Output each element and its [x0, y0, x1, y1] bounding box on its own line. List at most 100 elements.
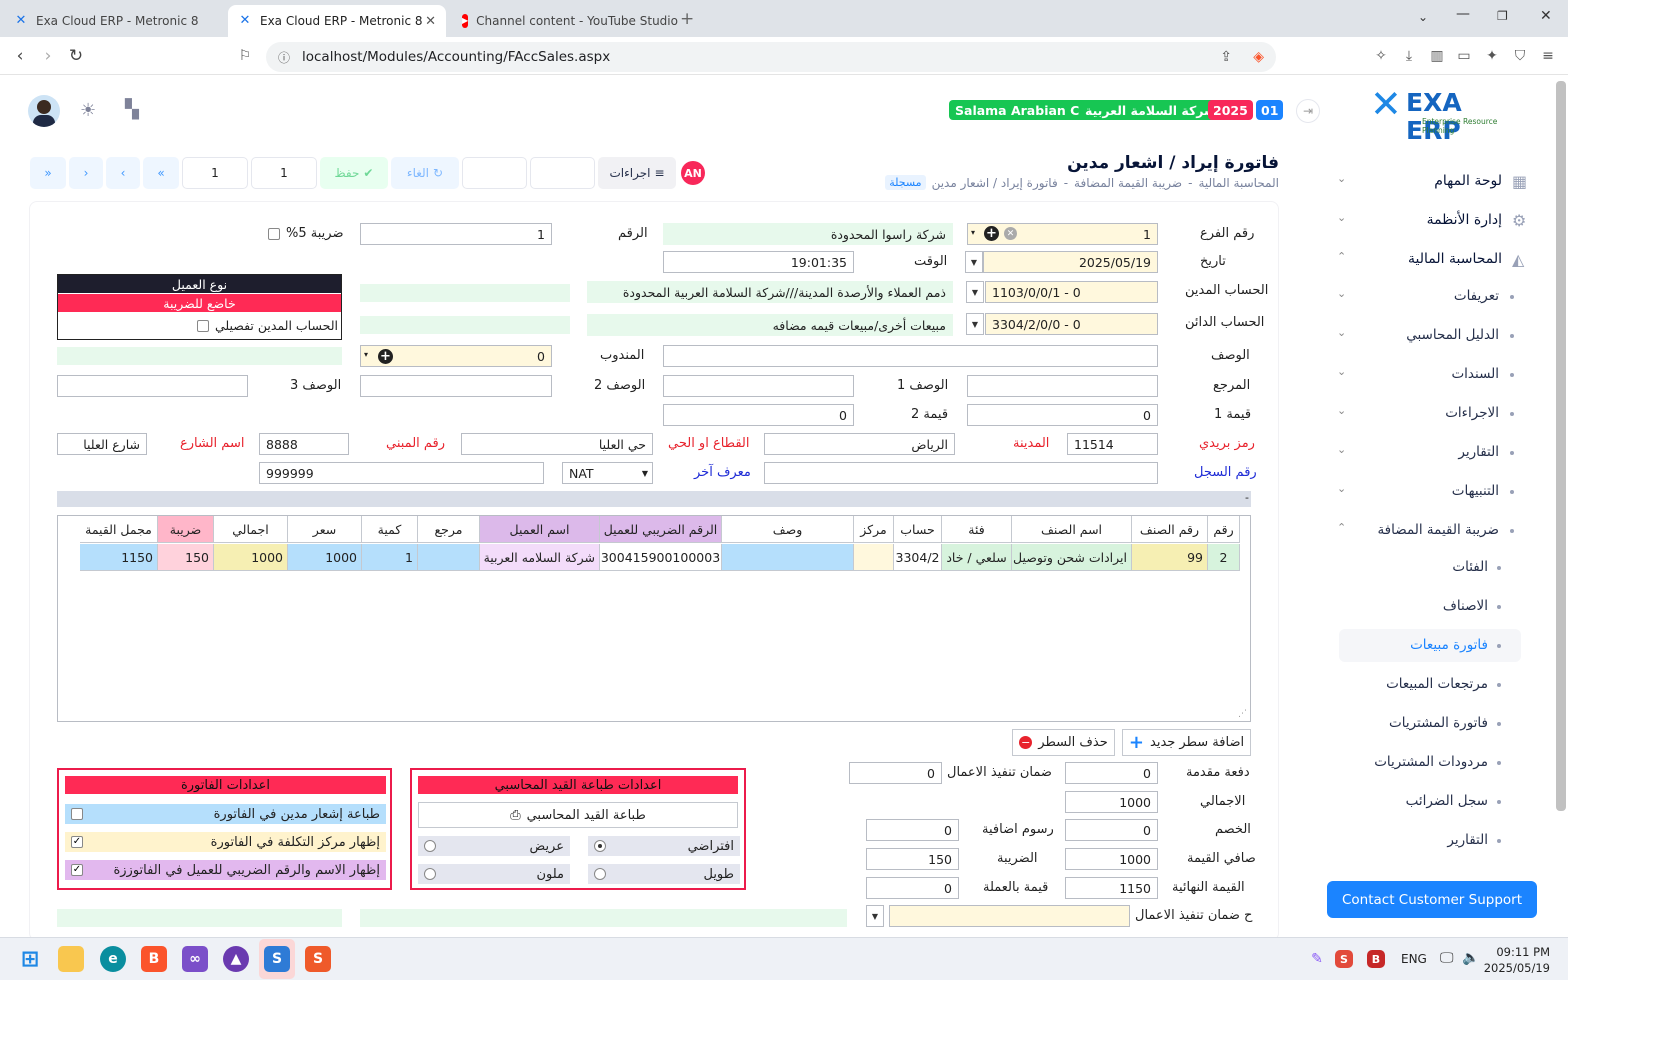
- sidebar-item-dashboard[interactable]: لوحة المهام: [1434, 166, 1502, 196]
- desc3-input[interactable]: [57, 375, 248, 397]
- share-icon[interactable]: ⇪: [1220, 49, 1232, 65]
- chevron-down-icon[interactable]: ⌄: [1337, 404, 1346, 417]
- radio-color[interactable]: ملون: [418, 864, 570, 884]
- empty-button[interactable]: [530, 157, 595, 189]
- grid-cell-col-description[interactable]: [722, 544, 854, 571]
- breadcrumb-item[interactable]: فاتورة إيراد / اشعار مدين: [932, 176, 1058, 190]
- radio-long-dot[interactable]: [594, 868, 606, 880]
- close-tab-icon[interactable]: ✕: [425, 14, 436, 29]
- grid-cell-col-item-name[interactable]: ايرادات شحن وتوصيل: [1012, 544, 1132, 571]
- sidebar-item-financial-accounting[interactable]: المحاسبة المالية: [1408, 244, 1502, 274]
- add-row-button[interactable]: اضافة سطر جديد +: [1122, 729, 1251, 756]
- chevron-up-icon[interactable]: ⌃: [1337, 521, 1346, 534]
- guarantee-input[interactable]: 0: [849, 762, 942, 784]
- date-input[interactable]: 2025/05/19: [983, 251, 1158, 273]
- postal-code-input[interactable]: 11514: [1067, 433, 1158, 455]
- chevron-down-icon[interactable]: ⌄: [1337, 443, 1346, 456]
- file-explorer-icon[interactable]: [58, 946, 84, 972]
- chevron-down-icon[interactable]: ⌄: [1337, 211, 1346, 224]
- grid-header-col-total[interactable]: اجمالي: [214, 516, 288, 543]
- grid-header-col-account[interactable]: حساب: [894, 516, 942, 543]
- tray-b-icon[interactable]: B: [1367, 950, 1385, 968]
- minimize-icon[interactable]: —: [1456, 6, 1470, 22]
- tax-5-check[interactable]: [268, 227, 280, 240]
- city-input[interactable]: الرياض: [764, 433, 955, 455]
- invoice-lines-grid[interactable]: رقم رقم الصنف اسم الصنف فئة حساب مركز وصف الرقم…: [57, 515, 1251, 722]
- prev-page-icon[interactable]: ‹: [106, 157, 140, 189]
- breadcrumb-item[interactable]: ضريبة القيمة المضافة: [1074, 176, 1182, 190]
- option-show-tax-no[interactable]: ✓ إظهار الاسم والرقم الضريبي للعميل في ال…: [65, 860, 386, 880]
- sidebar-item-vouchers[interactable]: السندات: [1451, 359, 1499, 389]
- option-show-tax-no-check[interactable]: ✓: [71, 864, 83, 876]
- sidebar-item-purchase-returns[interactable]: مردودات المشتريات: [1374, 747, 1488, 777]
- radio-default-dot[interactable]: [594, 840, 606, 852]
- sidebar-item-sales-invoice[interactable]: فاتورة مبيعات: [1410, 630, 1488, 660]
- back-icon[interactable]: ‹: [10, 46, 30, 66]
- grid-cell-col-row-no[interactable]: 2: [1208, 544, 1240, 571]
- leo-ai-icon[interactable]: ✦: [1483, 47, 1501, 65]
- brand-logo[interactable]: ✕ EXA ERP Enterprise Resource Planning: [1370, 84, 1520, 145]
- vpn-icon[interactable]: ⛉: [1511, 47, 1529, 65]
- chevron-down-icon[interactable]: ⌄: [1337, 482, 1346, 495]
- grid-header-col-row-no[interactable]: رقم: [1208, 516, 1240, 543]
- grid-cell-col-quantity[interactable]: 1: [362, 544, 418, 571]
- browser-tab-active[interactable]: ✕ Exa Cloud ERP - Metronic 8 ✕: [228, 5, 446, 37]
- language-indicator[interactable]: ENG: [1401, 952, 1427, 966]
- grid-header-col-gross-value[interactable]: مجمل القيمة: [80, 516, 158, 543]
- add-circle-icon[interactable]: +: [984, 226, 999, 241]
- page-scrollbar[interactable]: [1556, 81, 1566, 811]
- grid-header-col-tax[interactable]: ضريبة: [158, 516, 214, 543]
- grid-header-col-item-name[interactable]: اسم الصنف: [1012, 516, 1132, 543]
- other-id-input[interactable]: 999999: [259, 462, 544, 484]
- grid-header-col-item-no[interactable]: رقم الصنف: [1132, 516, 1208, 543]
- sidebar-item-procedures[interactable]: الاجراءات: [1445, 398, 1499, 428]
- tax-5-checkbox[interactable]: ضريبة 5%: [268, 226, 344, 241]
- clear-icon[interactable]: ✕: [1004, 227, 1017, 240]
- address-bar[interactable]: ⓘ localhost/Modules/Accounting/FAccSales…: [266, 42, 1276, 72]
- actions-button[interactable]: اجراءات ≡: [598, 157, 676, 189]
- user-initials-avatar[interactable]: AN: [681, 161, 705, 185]
- radio-default[interactable]: افتراضي: [588, 836, 740, 856]
- guarantee-account-input[interactable]: [889, 905, 1130, 927]
- visual-studio-icon[interactable]: ∞: [182, 946, 208, 972]
- grid-cell-col-account[interactable]: 3304/2: [894, 544, 942, 571]
- debit-dropdown-icon[interactable]: ▼: [966, 281, 984, 303]
- advance-input[interactable]: 0: [1065, 762, 1158, 784]
- save-button[interactable]: حفظ ✔: [320, 157, 388, 189]
- tab-search-icon[interactable]: ⌄: [1418, 10, 1428, 24]
- sidebar-item-vat-reports[interactable]: التقارير: [1447, 825, 1488, 855]
- print-entry-button[interactable]: طباعة القيد المحاسبي ⎙: [418, 802, 738, 828]
- resize-handle-icon[interactable]: ⋰: [1238, 709, 1247, 719]
- clock-time[interactable]: 09:11 PM: [1494, 945, 1550, 959]
- grid-header-col-customer-tax-no[interactable]: الرقم الضريبي للعميل: [600, 516, 722, 543]
- value1-input[interactable]: 0: [967, 404, 1158, 426]
- credit-dropdown-icon[interactable]: ▼: [966, 313, 984, 335]
- edge-icon[interactable]: e: [100, 946, 126, 972]
- new-tab-icon[interactable]: +: [680, 9, 694, 29]
- sidebar-item-tax-register[interactable]: سجل الضرائب: [1406, 786, 1488, 816]
- grid-header-col-category[interactable]: فئة: [942, 516, 1012, 543]
- empty-button[interactable]: [462, 157, 527, 189]
- grid-header-col-description[interactable]: وصف: [722, 516, 854, 543]
- sidebar-item-categories[interactable]: الفئات: [1452, 552, 1488, 582]
- grid-cell-col-total[interactable]: 1000: [214, 544, 288, 571]
- sidebar-item-reports[interactable]: التقارير: [1458, 437, 1499, 467]
- option-print-debit-note[interactable]: طباعة إشعار مدين في الفاتورة: [65, 804, 386, 824]
- breadcrumb-item[interactable]: المحاسبة المالية: [1198, 176, 1279, 190]
- brave-shield-icon[interactable]: ◈: [1253, 49, 1264, 65]
- chevron-up-icon[interactable]: ⌃: [1337, 250, 1346, 263]
- sublime-alt-icon[interactable]: S: [305, 946, 331, 972]
- sidebar-item-chart-of-accounts[interactable]: الدليل المحاسبي: [1406, 320, 1499, 350]
- grid-cell-col-tax[interactable]: 150: [158, 544, 214, 571]
- description-input[interactable]: [663, 345, 1158, 367]
- wallet-icon[interactable]: ▭: [1455, 47, 1473, 65]
- option-print-debit-note-check[interactable]: [71, 808, 83, 820]
- avatar[interactable]: [28, 95, 60, 127]
- grid-cell-col-customer-name[interactable]: شركة السلامه العربية: [480, 544, 600, 571]
- grid-header-col-price[interactable]: سعر: [288, 516, 362, 543]
- reference-input[interactable]: [967, 375, 1158, 397]
- grid-cell-col-reference[interactable]: [418, 544, 480, 571]
- browser-tab[interactable]: ✕ Exa Cloud ERP - Metronic 8: [4, 5, 222, 37]
- chevron-down-icon[interactable]: ▾: [971, 228, 975, 237]
- radio-color-dot[interactable]: [424, 868, 436, 880]
